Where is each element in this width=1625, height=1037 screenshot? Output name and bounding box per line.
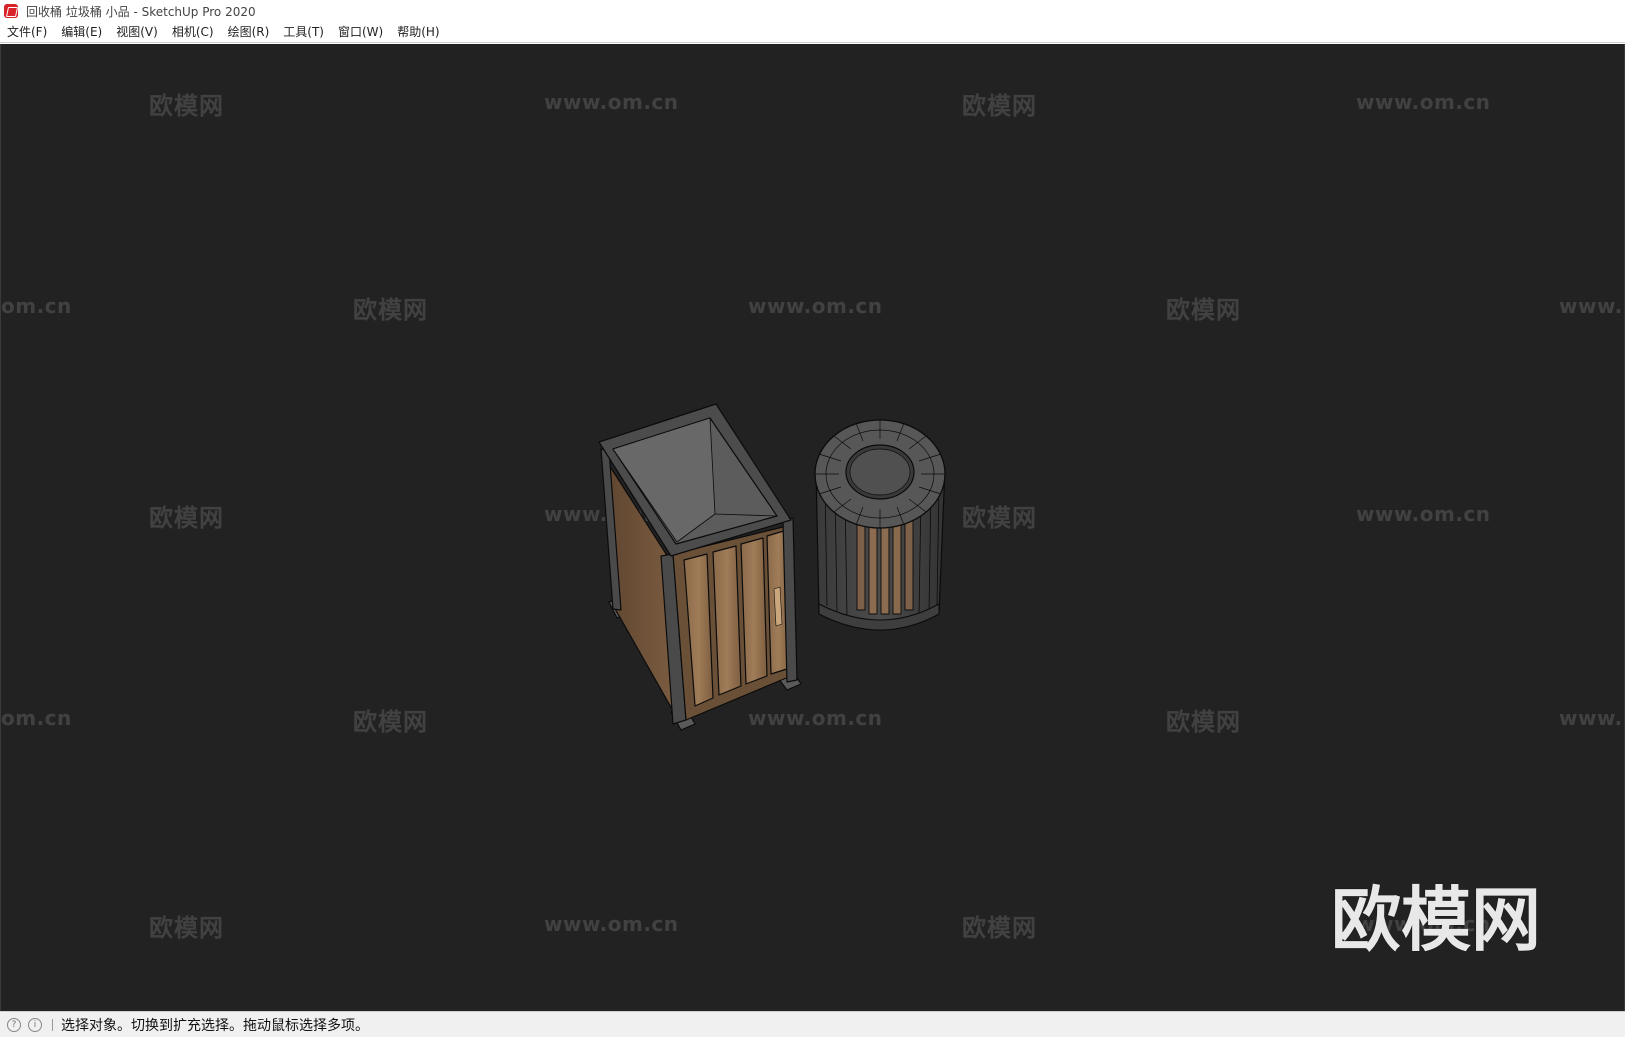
sketchup-logo-icon [4,4,18,18]
round-recycle-bin[interactable] [814,419,946,631]
square-recycle-bin[interactable] [598,403,802,731]
menu-window[interactable]: 窗口(W) [331,22,390,43]
status-divider [52,1018,53,1031]
geo-location-icon[interactable]: ? [7,1017,21,1032]
round-bin-slats [856,513,914,615]
menu-draw[interactable]: 绘图(R) [221,22,277,43]
title-bar: 回收桶 垃圾桶 小品 - SketchUp Pro 2020 [0,0,1625,22]
watermark-logo: 欧模网 [1331,879,1541,961]
credits-icon[interactable]: i [28,1017,42,1032]
window-title: 回收桶 垃圾桶 小品 - SketchUp Pro 2020 [26,4,256,19]
menu-bar: 文件(F) 编辑(E) 视图(V) 相机(C) 绘图(R) 工具(T) 窗口(W… [0,22,1625,43]
status-bar: ? i 选择对象。切换到扩充选择。拖动鼠标选择多项。 [0,1011,1625,1037]
menu-help[interactable]: 帮助(H) [390,22,446,43]
status-message: 选择对象。切换到扩充选择。拖动鼠标选择多项。 [61,1017,369,1034]
menu-edit[interactable]: 编辑(E) [54,22,109,43]
menu-camera[interactable]: 相机(C) [165,22,221,43]
menu-view[interactable]: 视图(V) [109,22,165,43]
menu-file[interactable]: 文件(F) [0,22,54,43]
menu-tools[interactable]: 工具(T) [276,22,331,43]
bin-slat [740,537,768,685]
model-viewport[interactable]: 欧模网 www.om.cn 欧模网 www.om.cn om.cn 欧模网 ww… [0,44,1625,1011]
sketchup-window: 回收桶 垃圾桶 小品 - SketchUp Pro 2020 文件(F) 编辑(… [0,0,1625,1037]
